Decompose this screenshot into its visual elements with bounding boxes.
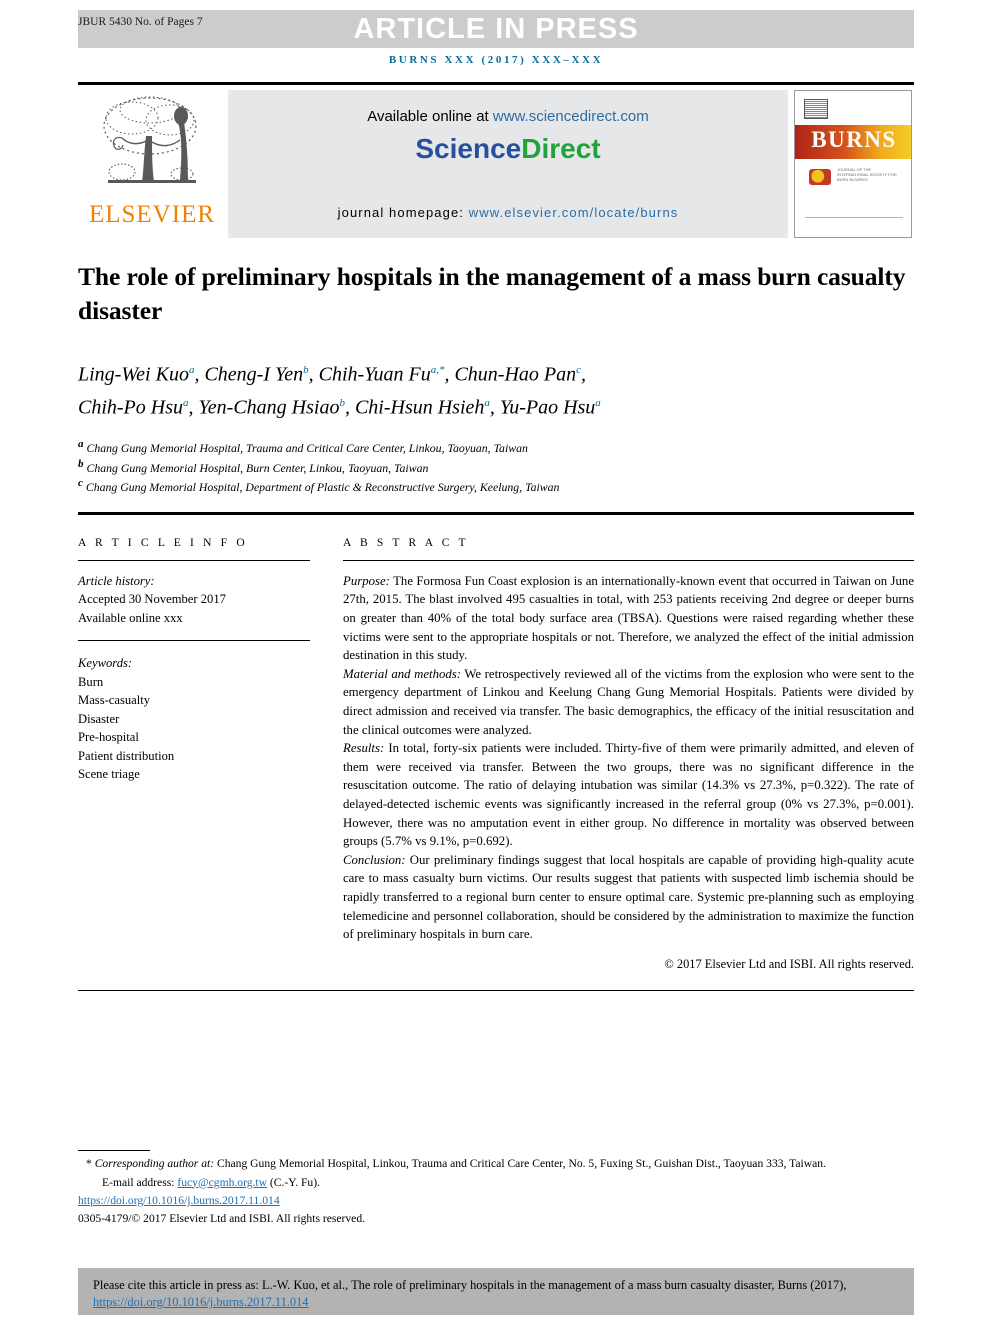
article-in-press-text: ARTICLE IN PRESS <box>353 13 639 45</box>
doi-link[interactable]: https://doi.org/10.1016/j.burns.2017.11.… <box>78 1194 280 1207</box>
keyword-item: Pre-hospital <box>78 730 139 745</box>
citation-sentence: Please cite this article in press as: L.… <box>93 1278 847 1292</box>
affiliation-list: a Chang Gung Memorial Hospital, Trauma a… <box>78 437 914 496</box>
article-in-press-banner: ARTICLE IN PRESS <box>78 10 914 48</box>
article-history-block: Article history: Accepted 30 November 20… <box>78 572 310 628</box>
affiliation-item: c Chang Gung Memorial Hospital, Departme… <box>78 477 560 495</box>
affiliation-item: a Chang Gung Memorial Hospital, Trauma a… <box>78 438 528 456</box>
citation-text: Please cite this article in press as: L.… <box>79 1269 913 1314</box>
abstract-section-results: Results: In total, forty-six patients we… <box>343 739 914 851</box>
article-info-heading: A R T I C L E I N F O <box>78 536 248 549</box>
journal-masthead: ELSEVIER Available online at www.science… <box>78 82 914 240</box>
masthead-top-rule <box>78 82 914 85</box>
email-label: E-mail address: <box>102 1175 175 1189</box>
keywords-divider <box>78 640 310 642</box>
keyword-item: Patient distribution <box>78 748 175 763</box>
abstract-copyright: © 2017 Elsevier Ltd and ISBI. All rights… <box>664 956 914 971</box>
author-line-1: Ling-Wei Kuoa, Cheng-I Yenb, Chih-Yuan F… <box>78 363 587 386</box>
abstract-section-methods: Material and methods: We retrospectively… <box>343 665 914 739</box>
elsevier-logo: ELSEVIER <box>80 90 224 238</box>
issn-copyright-line: 0305-4179/© 2017 Elsevier Ltd and ISBI. … <box>78 1211 366 1225</box>
abstract-rule <box>343 559 914 561</box>
cover-society-text: JOURNAL OF THE INTERNATIONAL SOCIETY FOR… <box>837 167 897 182</box>
abstract-column: A B S T R A C T Purpose: The Formosa Fun… <box>343 537 914 972</box>
journal-reference-line: BURNS XXX (2017) XXX–XXX <box>388 54 604 66</box>
email-suffix: (C.-Y. Fu). <box>267 1175 320 1189</box>
article-info-rule <box>78 559 310 561</box>
available-online-text: Available online at <box>367 108 493 125</box>
elsevier-wordmark: ELSEVIER <box>88 201 216 228</box>
abstract-label-methods: Material and methods: <box>343 666 462 681</box>
corresponding-author-note: * Corresponding author at: Chang Gung Me… <box>78 1156 914 1173</box>
keyword-item: Burn <box>78 674 104 689</box>
cover-divider <box>805 217 903 218</box>
keywords-label: Keywords: <box>78 656 133 671</box>
cover-journal-title: BURNS <box>811 127 897 152</box>
content-top-rule <box>78 511 914 515</box>
citation-doi-link[interactable]: https://doi.org/10.1016/j.burns.2017.11.… <box>93 1295 308 1309</box>
manuscript-id-label: JBUR 5430 No. of Pages 7 <box>78 16 203 28</box>
article-history-label: Article history: <box>78 573 155 588</box>
available-online-line: Available online at www.sciencedirect.co… <box>228 90 788 125</box>
abstract-text-purpose: The Formosa Fun Coast explosion is an in… <box>343 573 914 663</box>
abstract-section-conclusion: Conclusion: Our preliminary findings sug… <box>343 851 914 944</box>
abstract-label-purpose: Purpose: <box>343 573 390 588</box>
abstract-text-conclusion: Our preliminary findings suggest that lo… <box>343 852 914 942</box>
journal-homepage-link[interactable]: www.elsevier.com/locate/burns <box>469 205 679 220</box>
abstract-label-results: Results: <box>343 741 385 756</box>
doi-note: https://doi.org/10.1016/j.burns.2017.11.… <box>78 1193 914 1210</box>
keyword-item: Mass-casualty <box>78 693 151 708</box>
corresponding-author-marker: * <box>86 1157 92 1170</box>
abstract-heading: A B S T R A C T <box>343 536 469 549</box>
abstract-body: Purpose: The Formosa Fun Coast explosion… <box>343 572 914 944</box>
email-link[interactable]: fucy@cgmh.org.tw <box>177 1176 267 1189</box>
keyword-item: Disaster <box>78 711 120 726</box>
abstract-text-results: In total, forty-six patients were includ… <box>343 741 914 849</box>
article-content: The role of preliminary hospitals in the… <box>78 240 914 991</box>
sciencedirect-logo: ScienceDirect <box>228 133 788 165</box>
article-info-column: A R T I C L E I N F O Article history: A… <box>78 537 310 972</box>
page-title: The role of preliminary hospitals in the… <box>78 262 906 325</box>
citation-box: Please cite this article in press as: L.… <box>78 1268 914 1315</box>
journal-cover-thumbnail: BURNS JOURNAL OF THE INTERNATIONAL SOCIE… <box>794 90 912 238</box>
sciencedirect-logo-direct: Direct <box>521 133 601 164</box>
affiliation-item: b Chang Gung Memorial Hospital, Burn Cen… <box>78 457 429 475</box>
sciencedirect-panel: Available online at www.sciencedirect.co… <box>228 90 788 238</box>
isbi-emblem-icon <box>809 169 831 185</box>
email-note: E-mail address: fucy@cgmh.org.tw (C.-Y. … <box>78 1175 914 1192</box>
corresponding-author-address: Chang Gung Memorial Hospital, Linkou, Tr… <box>214 1157 826 1170</box>
sciencedirect-url-link[interactable]: www.sciencedirect.com <box>493 108 649 125</box>
footnote-rule <box>78 1150 150 1151</box>
info-abstract-columns: A R T I C L E I N F O Article history: A… <box>78 537 914 972</box>
elsevier-tree-icon <box>103 96 197 183</box>
content-bottom-rule <box>78 989 914 991</box>
abstract-label-conclusion: Conclusion: <box>343 852 406 867</box>
article-history-online: Available online xxx <box>78 610 183 625</box>
author-line-2: Chih-Po Hsua, Yen-Chang Hsiaob, Chi-Hsun… <box>78 396 601 419</box>
keyword-item: Scene triage <box>78 767 140 782</box>
article-history-accepted: Accepted 30 November 2017 <box>78 592 226 607</box>
author-list: Ling-Wei Kuoa, Cheng-I Yenb, Chih-Yuan F… <box>78 356 914 421</box>
sciencedirect-logo-science: Science <box>415 133 522 164</box>
keywords-block: Keywords: Burn Mass-casualty Disaster Pr… <box>78 654 310 784</box>
journal-homepage-label: journal homepage: <box>337 205 469 220</box>
cover-stamp-icon <box>804 99 828 119</box>
journal-homepage-line: journal homepage: www.elsevier.com/locat… <box>228 205 788 220</box>
corresponding-author-label: Corresponding author at: <box>94 1157 215 1170</box>
footnote-block: * Corresponding author at: Chang Gung Me… <box>78 1150 914 1227</box>
abstract-section-purpose: Purpose: The Formosa Fun Coast explosion… <box>343 572 914 665</box>
